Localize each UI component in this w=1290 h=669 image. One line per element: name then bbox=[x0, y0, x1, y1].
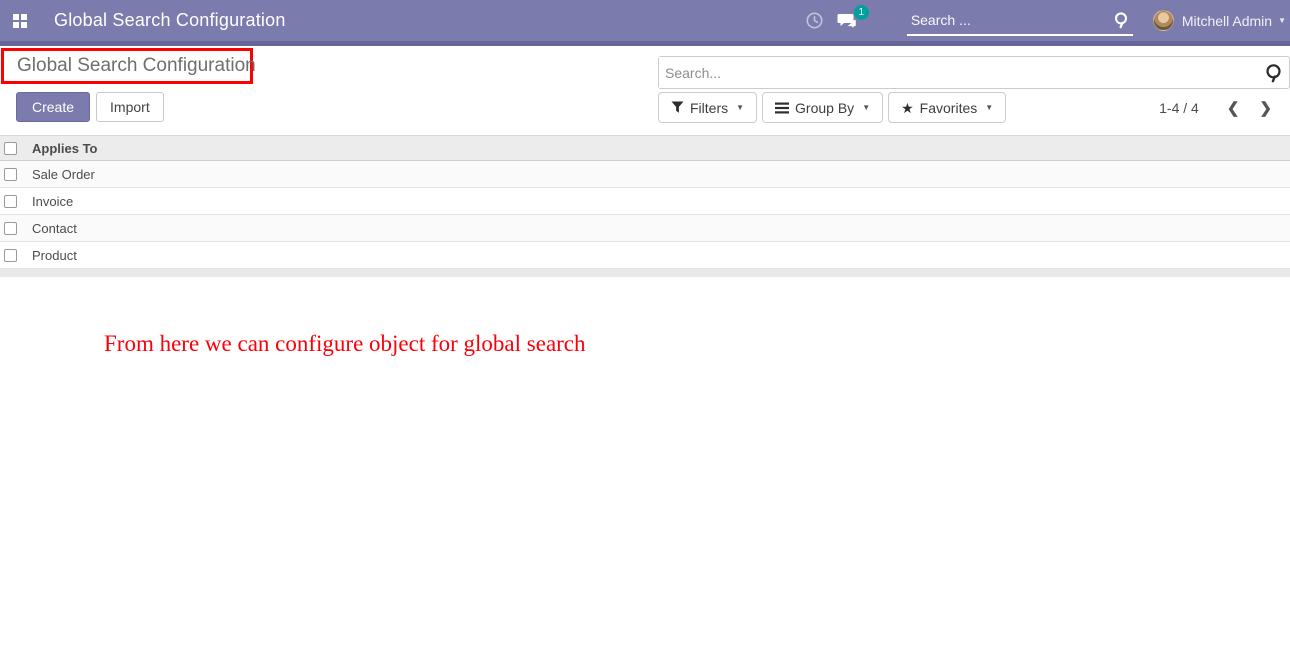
chevron-down-icon: ▼ bbox=[985, 103, 993, 112]
search-icon[interactable] bbox=[1113, 11, 1131, 29]
list-header-row: Applies To bbox=[0, 135, 1290, 161]
row-label: Product bbox=[30, 248, 77, 263]
table-row[interactable]: Invoice bbox=[0, 188, 1290, 215]
pager-next-button[interactable]: ❯ bbox=[1249, 99, 1282, 117]
row-checkbox[interactable] bbox=[4, 222, 17, 235]
apps-grid-icon bbox=[13, 14, 27, 28]
top-navbar: Global Search Configuration 1 Mitchell bbox=[0, 0, 1290, 46]
pager: 1-4 / 4 ❮ ❯ bbox=[1159, 99, 1290, 117]
group-by-button[interactable]: Group By ▼ bbox=[762, 92, 883, 123]
magnifier-icon[interactable] bbox=[1264, 63, 1284, 83]
row-checkbox[interactable] bbox=[4, 168, 17, 181]
chevron-down-icon: ▼ bbox=[736, 103, 744, 112]
chevron-down-icon: ▼ bbox=[1278, 16, 1286, 25]
row-checkbox[interactable] bbox=[4, 249, 17, 262]
pager-value[interactable]: 1-4 / 4 bbox=[1159, 100, 1199, 116]
breadcrumb-highlight-box: Global Search Configuration bbox=[1, 48, 253, 84]
notification-badge: 1 bbox=[854, 5, 869, 20]
avatar bbox=[1153, 10, 1174, 31]
table-row[interactable]: Sale Order bbox=[0, 161, 1290, 188]
clock-icon bbox=[806, 12, 823, 29]
list-footer bbox=[0, 269, 1290, 277]
breadcrumb: Global Search Configuration bbox=[4, 55, 256, 77]
view-search-input[interactable] bbox=[659, 57, 1258, 88]
navbar-search bbox=[907, 6, 1133, 36]
import-button[interactable]: Import bbox=[96, 92, 164, 122]
control-panel: Global Search Configuration Create Impor… bbox=[0, 46, 1290, 135]
apps-menu-button[interactable] bbox=[0, 0, 40, 41]
messages-menu[interactable]: 1 bbox=[837, 12, 859, 30]
activities-menu[interactable] bbox=[806, 12, 823, 29]
star-icon: ★ bbox=[901, 101, 914, 115]
navbar-search-input[interactable] bbox=[907, 6, 1103, 32]
chevron-down-icon: ▼ bbox=[862, 103, 870, 112]
row-checkbox[interactable] bbox=[4, 195, 17, 208]
app-title: Global Search Configuration bbox=[54, 10, 286, 31]
table-row[interactable]: Product bbox=[0, 242, 1290, 269]
filter-icon bbox=[671, 101, 684, 114]
row-label: Invoice bbox=[30, 194, 73, 209]
view-search-box bbox=[658, 56, 1290, 89]
list-view: Applies To Sale Order Invoice Contact Pr… bbox=[0, 135, 1290, 277]
pager-previous-button[interactable]: ❮ bbox=[1217, 99, 1250, 117]
select-all-checkbox[interactable] bbox=[4, 142, 17, 155]
table-row[interactable]: Contact bbox=[0, 215, 1290, 242]
favorites-button[interactable]: ★ Favorites ▼ bbox=[888, 92, 1006, 123]
annotation-text: From here we can configure object for gl… bbox=[104, 331, 586, 357]
bars-icon bbox=[775, 102, 789, 114]
create-button[interactable]: Create bbox=[16, 92, 90, 122]
row-label: Sale Order bbox=[30, 167, 95, 182]
column-header-applies-to[interactable]: Applies To bbox=[30, 141, 97, 156]
row-label: Contact bbox=[30, 221, 77, 236]
filters-button[interactable]: Filters ▼ bbox=[658, 92, 757, 123]
user-name: Mitchell Admin bbox=[1182, 13, 1272, 29]
user-menu[interactable]: Mitchell Admin ▼ bbox=[1153, 10, 1286, 31]
